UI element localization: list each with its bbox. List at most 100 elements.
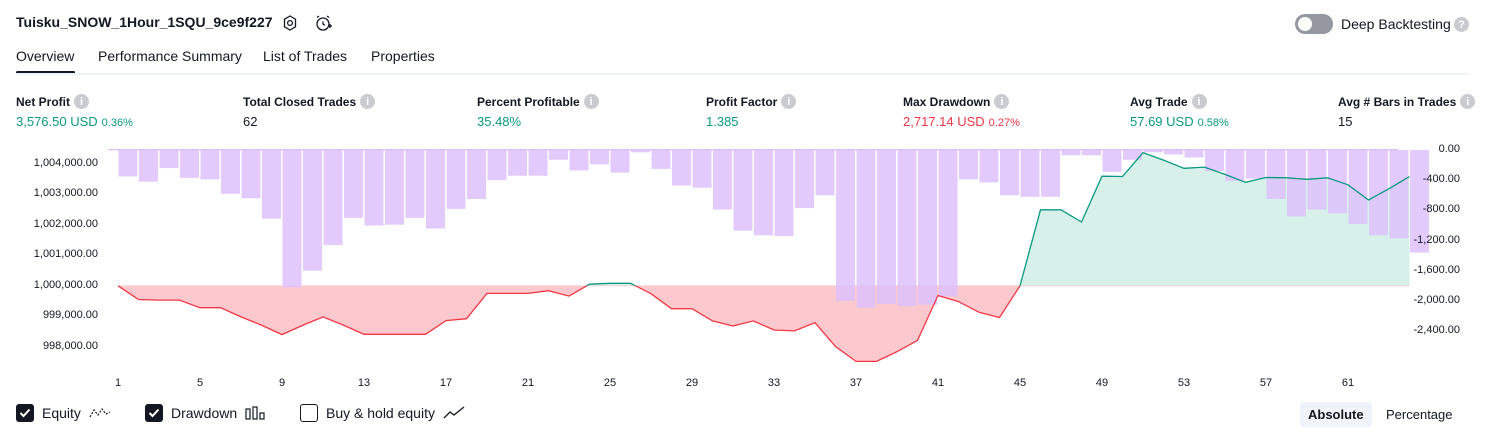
drawdown-bar: [1020, 150, 1040, 197]
x-axis-tick: 33: [767, 377, 781, 389]
right-axis-tick: 0.00: [1438, 143, 1460, 155]
drawdown-bar: [651, 150, 671, 169]
left-axis-tick: 1,000,000.00: [33, 278, 98, 291]
right-axis-tick: -400.00: [1422, 173, 1460, 186]
x-axis-tick: 49: [1095, 377, 1109, 389]
drawdown-bar: [549, 150, 568, 160]
legend-buy-hold-equity[interactable]: Buy & hold equity: [300, 404, 465, 422]
drawdown-bar: [1000, 150, 1019, 196]
drawdown-bar: [836, 150, 855, 301]
drawdown-bar: [1246, 150, 1265, 179]
drawdown-bar: [303, 150, 322, 271]
drawdown-bar: [221, 150, 240, 194]
absolute-mode-button[interactable]: Absolute: [1300, 402, 1372, 427]
right-axis-tick: -800.00: [1422, 203, 1460, 216]
drawdown-bar: [528, 150, 548, 176]
x-axis-tick: 13: [357, 377, 371, 389]
drawdown-bar: [1307, 150, 1327, 210]
drawdown-bar: [1082, 150, 1101, 156]
x-axis-tick: 5: [196, 377, 204, 389]
legend-drawdown[interactable]: Drawdown: [145, 404, 265, 422]
drawdown-bar: [959, 150, 978, 180]
left-axis-tick: 998,000.00: [42, 339, 98, 352]
x-axis-tick: 45: [1013, 377, 1027, 389]
drawdown-bar: [733, 150, 753, 231]
buy-hold-label: Buy & hold equity: [326, 405, 435, 421]
drawdown-bar: [139, 150, 158, 182]
drawdown-bar: [1266, 150, 1286, 199]
drawdown-bar: [692, 150, 712, 188]
drawdown-bar: [938, 150, 958, 297]
drawdown-bar: [364, 150, 384, 226]
x-axis-tick: 25: [603, 377, 617, 389]
drawdown-bar: [590, 150, 609, 165]
percentage-mode-button[interactable]: Percentage: [1378, 402, 1461, 427]
equity-checkbox[interactable]: [16, 404, 34, 422]
left-axis-tick: 1,001,000.00: [33, 248, 98, 261]
drawdown-checkbox[interactable]: [145, 404, 163, 422]
x-axis-tick: 9: [278, 377, 286, 389]
drawdown-bar: [631, 150, 650, 153]
drawdown-bar: [159, 150, 179, 169]
drawdown-bar: [446, 150, 466, 209]
x-axis-tick: 21: [521, 377, 535, 389]
drawdown-bar: [262, 150, 281, 219]
drawdown-label: Drawdown: [171, 405, 238, 421]
drawdown-bar: [1061, 150, 1081, 156]
x-axis-tick: 61: [1341, 377, 1355, 389]
drawdown-bar: [1389, 150, 1409, 239]
drawdown-bar: [180, 150, 199, 178]
drawdown-bar: [1102, 150, 1122, 172]
drawdown-bar: [200, 150, 220, 180]
drawdown-bar: [1164, 150, 1183, 155]
buy-hold-checkbox[interactable]: [300, 404, 318, 422]
drawdown-bar: [754, 150, 773, 236]
equity-drawdown-chart: [108, 149, 1429, 363]
equity-label: Equity: [42, 405, 81, 421]
drawdown-bar: [487, 150, 507, 181]
drawdown-bar: [1123, 150, 1142, 160]
drawdown-bar: [979, 150, 999, 183]
drawdown-bar: [1369, 150, 1388, 236]
drawdown-bar: [1184, 150, 1204, 158]
legend-equity[interactable]: Equity: [16, 404, 111, 422]
drawdown-bar: [795, 150, 814, 209]
equity-line-icon: [89, 407, 111, 418]
x-axis-tick: 1: [114, 377, 122, 389]
right-axis-tick: -1,600.00: [1413, 263, 1460, 276]
right-axis-tick: -2,000.00: [1413, 293, 1460, 306]
right-axis-tick: -2,400.00: [1413, 324, 1460, 337]
left-axis-tick: 1,004,000.00: [33, 156, 98, 169]
right-axis-tick: -1,200.00: [1413, 233, 1460, 246]
drawdown-bar: [467, 150, 486, 199]
x-axis-tick: 57: [1259, 377, 1273, 389]
left-axis-tick: 1,003,000.00: [33, 187, 98, 200]
drawdown-bar: [426, 150, 445, 229]
buy-hold-line-icon: [443, 406, 465, 419]
drawdown-bar: [118, 150, 138, 177]
drawdown-bar: [323, 150, 343, 246]
drawdown-bar: [713, 150, 732, 210]
x-axis-tick: 17: [439, 377, 453, 389]
drawdown-bar: [672, 150, 691, 186]
x-axis-tick: 41: [931, 377, 945, 389]
drawdown-bar: [282, 150, 302, 288]
drawdown-bar: [918, 150, 937, 305]
drawdown-bar: [877, 150, 896, 304]
drawdown-bar: [569, 150, 589, 171]
drawdown-bar: [815, 150, 835, 196]
drawdown-bar: [1287, 150, 1306, 217]
drawdown-bar: [241, 150, 261, 199]
drawdown-bar: [774, 150, 794, 236]
x-axis-tick: 53: [1177, 377, 1191, 389]
drawdown-bar: [856, 150, 876, 308]
drawdown-bar: [385, 150, 404, 225]
drawdown-bar: [610, 150, 630, 173]
drawdown-bar: [405, 150, 425, 218]
x-axis-tick: 37: [849, 377, 863, 389]
drawdown-bar: [344, 150, 363, 218]
drawdown-bar: [1143, 150, 1163, 153]
drawdown-bar: [897, 150, 917, 307]
drawdown-bar: [508, 150, 527, 176]
left-axis-tick: 999,000.00: [42, 309, 98, 322]
